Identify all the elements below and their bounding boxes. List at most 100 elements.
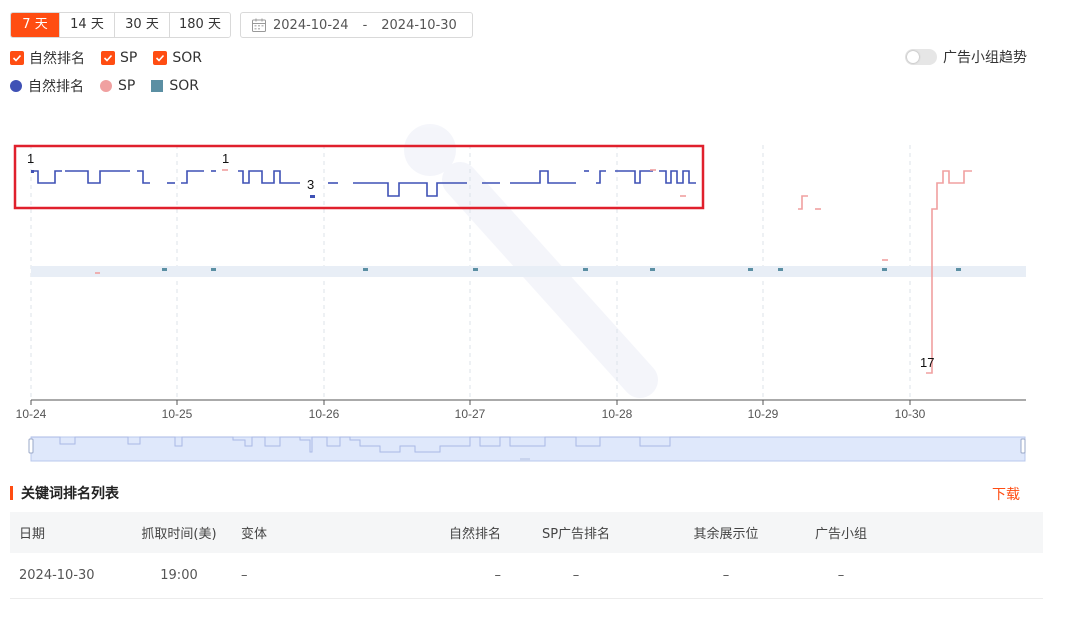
- natural-segment: [596, 170, 606, 184]
- keyword-rank-table: 日期 抓取时间(美) 变体 自然排名 SP广告排名 其余展示位 广告小组 202…: [10, 512, 1043, 599]
- filter-sp[interactable]: SP: [101, 50, 137, 66]
- annotation-label: 3: [307, 177, 314, 192]
- legend-label: SOR: [169, 78, 199, 94]
- legend-circle-icon: [10, 80, 22, 92]
- natural-segment: [615, 170, 653, 184]
- date-range-picker[interactable]: 2024-10-24 - 2024-10-30: [240, 12, 473, 38]
- cell-date: 2024-10-30: [10, 553, 129, 599]
- cell-natural-rank: –: [361, 553, 501, 599]
- legend-circle-icon: [100, 80, 112, 92]
- col-natural-rank: 自然排名: [361, 512, 501, 553]
- col-sp-rank: SP广告排名: [501, 512, 651, 553]
- title-accent-bar: [10, 486, 13, 500]
- col-variant: 变体: [229, 512, 361, 553]
- sor-point: [748, 268, 753, 271]
- range-tab-14[interactable]: 14 天: [60, 13, 115, 37]
- filter-label: SP: [120, 50, 138, 66]
- col-spacer: [881, 512, 1043, 553]
- ad-group-trend-toggle[interactable]: 广告小组趋势: [905, 47, 1027, 67]
- chart-legend: 自然排名 SP SOR: [10, 76, 215, 96]
- cell-sp-rank: –: [501, 553, 651, 599]
- zoom-handle-left[interactable]: [28, 438, 34, 454]
- date-end: 2024-10-30: [381, 17, 457, 33]
- series-filters: 自然排名 SP SOR: [10, 48, 218, 68]
- natural-point: [310, 195, 315, 198]
- cell-ad-group: –: [801, 553, 881, 599]
- legend-label: SP: [118, 78, 136, 94]
- x-tick-label: 10-29: [748, 407, 779, 421]
- sor-point: [956, 268, 961, 271]
- x-tick-label: 10-26: [309, 407, 340, 421]
- sor-band: [31, 266, 1026, 277]
- natural-segment: [238, 170, 300, 184]
- x-axis-labels: 10-24 10-25 10-26 10-27 10-28 10-29 10-3…: [16, 407, 926, 421]
- date-separator: -: [362, 17, 368, 33]
- legend-natural[interactable]: 自然排名: [10, 76, 84, 96]
- natural-segment: [31, 170, 62, 184]
- legend-sp[interactable]: SP: [100, 78, 135, 94]
- cell-other-placement: –: [651, 553, 801, 599]
- legend-label: 自然排名: [28, 79, 84, 95]
- sor-point: [583, 268, 588, 271]
- download-link[interactable]: 下载: [992, 484, 1020, 504]
- toggle-knob: [907, 51, 919, 63]
- natural-point: [31, 170, 34, 173]
- range-tabs: 7 天 14 天 30 天 180 天: [10, 12, 231, 38]
- sor-point: [473, 268, 478, 271]
- filter-sor[interactable]: SOR: [153, 50, 202, 66]
- legend-square-icon: [151, 80, 164, 92]
- range-tab-180[interactable]: 180 天: [170, 13, 230, 37]
- x-axis-ticks: [30, 400, 911, 405]
- cell-variant: –: [229, 553, 361, 599]
- checkbox-checked-icon[interactable]: [153, 51, 168, 65]
- filter-label: 自然排名: [29, 51, 85, 67]
- natural-segment: [181, 170, 204, 184]
- cell-spacer: [881, 553, 1043, 599]
- data-zoom-slider[interactable]: [28, 436, 1026, 462]
- annotation-label: 1: [27, 151, 34, 166]
- x-tick-label: 10-24: [16, 407, 47, 421]
- range-tab-30[interactable]: 30 天: [115, 13, 170, 37]
- watermark: [404, 124, 658, 398]
- natural-rank-series: [31, 170, 696, 197]
- x-tick-label: 10-27: [455, 407, 486, 421]
- natural-segment: [510, 170, 576, 184]
- rank-chart: 1 1 3 17 10-24 10-25 10-26 10-27 10-28 1…: [13, 124, 1026, 462]
- filter-natural[interactable]: 自然排名: [10, 48, 85, 68]
- sor-point: [882, 268, 887, 271]
- sor-point: [778, 268, 783, 271]
- sp-segment: [798, 195, 808, 210]
- checkbox-checked-icon[interactable]: [101, 51, 115, 65]
- x-tick-label: 10-25: [162, 407, 193, 421]
- col-date: 日期: [10, 512, 129, 553]
- annotation-label: 1: [222, 151, 229, 166]
- natural-rank-points: [31, 170, 315, 198]
- annotation-label: 17: [920, 355, 934, 370]
- date-start: 2024-10-24: [273, 17, 349, 33]
- x-tick-label: 10-28: [602, 407, 633, 421]
- col-fetch-time: 抓取时间(美): [129, 512, 229, 553]
- sor-point: [650, 268, 655, 271]
- filter-label: SOR: [172, 50, 202, 66]
- table-row: 2024-10-30 19:00 – – – – –: [10, 553, 1043, 599]
- range-tab-7[interactable]: 7 天: [11, 13, 60, 37]
- sor-point: [211, 268, 216, 271]
- calendar-icon: [252, 18, 266, 32]
- toggle-label: 广告小组趋势: [943, 50, 1027, 66]
- zoom-handle-right[interactable]: [1020, 438, 1026, 454]
- section-title: 关键词排名列表: [10, 484, 119, 502]
- natural-segment: [659, 170, 696, 184]
- x-tick-label: 10-30: [895, 407, 926, 421]
- toggle-switch[interactable]: [905, 49, 937, 65]
- sor-point: [363, 268, 368, 271]
- zoom-track[interactable]: [30, 436, 1026, 462]
- table-header-row: 日期 抓取时间(美) 变体 自然排名 SP广告排名 其余展示位 广告小组: [10, 512, 1043, 553]
- zoom-drag-grip[interactable]: [520, 458, 530, 461]
- legend-sor[interactable]: SOR: [151, 78, 199, 94]
- col-other-placement: 其余展示位: [651, 512, 801, 553]
- cell-fetch-time: 19:00: [129, 553, 229, 599]
- checkbox-checked-icon[interactable]: [10, 51, 24, 65]
- sor-point: [162, 268, 167, 271]
- section-title-text: 关键词排名列表: [21, 486, 119, 502]
- col-ad-group: 广告小组: [801, 512, 881, 553]
